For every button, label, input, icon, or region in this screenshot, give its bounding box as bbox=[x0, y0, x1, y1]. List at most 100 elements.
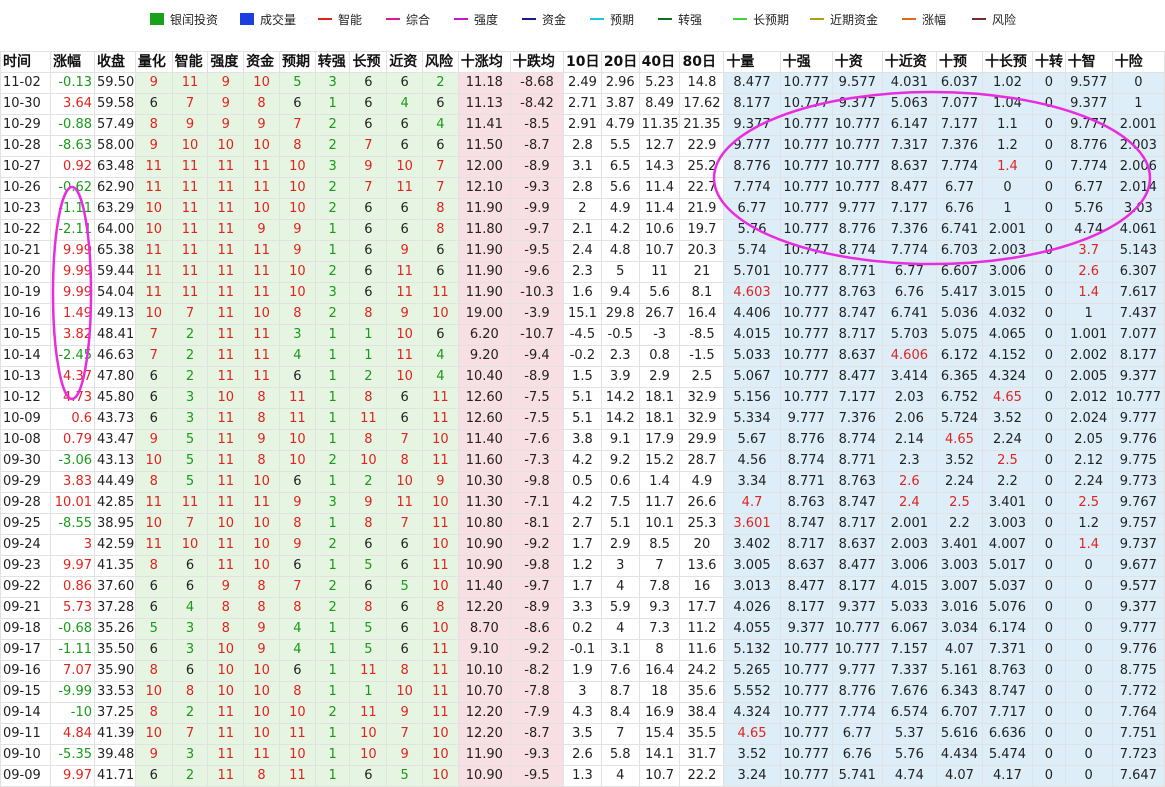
table-cell: 15.1 bbox=[563, 303, 602, 325]
table-cell: 11.4 bbox=[638, 177, 681, 199]
table-cell: 63.29 bbox=[94, 198, 136, 220]
table-cell: 10.777 bbox=[779, 93, 833, 115]
table-cell: 8.4 bbox=[600, 702, 640, 724]
table-cell: 11.40 bbox=[457, 429, 511, 451]
table-row: 10-12 4.73 45.80 6 3 10 8 11 1 8 6 11 12.60 -7.5 5.1 14… bbox=[0, 387, 1165, 409]
table-cell: 11 bbox=[207, 492, 245, 514]
table-cell: 11.50 bbox=[457, 135, 511, 157]
table-cell: 64.00 bbox=[94, 219, 136, 241]
legend-label: 成交量 bbox=[260, 12, 297, 27]
legend-item: 综合 bbox=[386, 11, 430, 27]
table-cell: 1 bbox=[314, 324, 351, 346]
table-cell: 6.147 bbox=[881, 114, 937, 136]
table-cell: 9 bbox=[278, 492, 316, 514]
table-cell: 11.4 bbox=[638, 198, 681, 220]
table-cell: 11 bbox=[349, 702, 388, 724]
table-cell: 8.774 bbox=[779, 450, 833, 472]
table-cell: 9 bbox=[134, 744, 173, 766]
table-cell: 0 bbox=[1032, 387, 1066, 409]
table-cell: 5 bbox=[386, 576, 423, 598]
table-cell: 6 bbox=[134, 93, 173, 115]
table-cell: 9.777 bbox=[1111, 618, 1165, 640]
table-cell: -7.5 bbox=[509, 408, 565, 430]
table-cell: 11 bbox=[243, 492, 280, 514]
table-cell: 8 bbox=[638, 639, 681, 661]
table-cell: -8.42 bbox=[509, 93, 565, 115]
table-cell: 43.13 bbox=[94, 450, 136, 472]
column-header: 20日 bbox=[600, 51, 640, 73]
table-cell: 10.40 bbox=[457, 366, 511, 388]
table-cell: 8.637 bbox=[779, 555, 833, 577]
table-row: 09-10 -5.35 39.48 9 3 11 11 10 1 10 9 10 11.90 -9.3 2.… bbox=[0, 744, 1165, 766]
table-cell: 2 bbox=[314, 702, 351, 724]
table-cell: 6 bbox=[134, 387, 173, 409]
table-cell: 6 bbox=[349, 534, 388, 556]
table-cell: 10-20 bbox=[0, 261, 52, 283]
table-cell: 5 bbox=[278, 72, 316, 94]
table-cell: 0 bbox=[1064, 723, 1113, 745]
table-cell: 9 bbox=[134, 135, 173, 157]
table-cell: 10 bbox=[207, 639, 245, 661]
table-cell: 1 bbox=[314, 219, 351, 241]
table-cell: 1.001 bbox=[1064, 324, 1113, 346]
table-cell: 6 bbox=[349, 114, 388, 136]
table-cell: 3 bbox=[171, 744, 209, 766]
table-cell: 10 bbox=[422, 618, 459, 640]
table-cell: 5.73 bbox=[50, 597, 95, 619]
table-cell: 10 bbox=[243, 303, 280, 325]
table-cell: 9 bbox=[243, 114, 280, 136]
table-cell: 2 bbox=[171, 366, 209, 388]
table-cell: 5.265 bbox=[723, 660, 781, 682]
table-cell: 2 bbox=[314, 450, 351, 472]
table-cell: 8 bbox=[134, 555, 173, 577]
table-cell: 3.003 bbox=[981, 513, 1034, 535]
table-cell: 2 bbox=[349, 471, 388, 493]
legend-item: 近期资金 bbox=[810, 11, 878, 27]
table-cell: 6.752 bbox=[935, 387, 983, 409]
table-cell: 11 bbox=[243, 282, 280, 304]
table-cell: 11 bbox=[171, 219, 209, 241]
table-cell: 2.05 bbox=[1064, 429, 1113, 451]
table-cell: 8 bbox=[207, 618, 245, 640]
table-row: 09-11 4.84 41.39 10 7 11 10 11 1 10 7 10 12.20 -8.7 3.… bbox=[0, 723, 1165, 745]
legend-swatch bbox=[810, 18, 824, 20]
table-cell: 4.606 bbox=[881, 345, 937, 367]
table-cell: 9.10 bbox=[457, 639, 511, 661]
table-cell: 10 bbox=[422, 534, 459, 556]
table-cell: 7 bbox=[422, 177, 459, 199]
table-cell: 6 bbox=[171, 660, 209, 682]
table-cell: 5 bbox=[386, 765, 423, 787]
table-cell: 1.7 bbox=[563, 576, 602, 598]
table-cell: 6 bbox=[386, 555, 423, 577]
table-cell: 09-16 bbox=[0, 660, 52, 682]
table-cell: 6 bbox=[349, 576, 388, 598]
table-cell: 1 bbox=[314, 93, 351, 115]
table-cell: -9.2 bbox=[509, 534, 565, 556]
table-cell: 8.763 bbox=[831, 282, 883, 304]
table-cell: 2.5 bbox=[1064, 492, 1113, 514]
table-cell: 9.99 bbox=[50, 240, 95, 262]
table-cell: 9 bbox=[422, 471, 459, 493]
table-cell: 5.8 bbox=[600, 744, 640, 766]
table-cell: 11 bbox=[171, 282, 209, 304]
table-row: 09-16 7.07 35.90 8 6 10 10 6 1 11 8 11 10.10 -8.2 1.9 7… bbox=[0, 660, 1165, 682]
table-cell: 8 bbox=[243, 93, 280, 115]
table-cell: 1.4 bbox=[981, 156, 1034, 178]
table-cell: 0 bbox=[1032, 576, 1066, 598]
table-cell: 7 bbox=[386, 723, 423, 745]
table-cell: 8 bbox=[243, 597, 280, 619]
table-cell: 10-14 bbox=[0, 345, 52, 367]
table-cell: 7.723 bbox=[1111, 744, 1165, 766]
table-cell: -5.35 bbox=[50, 744, 95, 766]
table-cell: 6.77 bbox=[935, 177, 983, 199]
table-cell: 9.767 bbox=[1111, 492, 1165, 514]
table-cell: 10 bbox=[243, 555, 280, 577]
table-cell: 32.9 bbox=[679, 408, 725, 430]
table-cell: 7.077 bbox=[935, 93, 983, 115]
table-cell: 18.1 bbox=[638, 408, 681, 430]
table-cell: 7.764 bbox=[1111, 702, 1165, 724]
table-cell: 2 bbox=[314, 534, 351, 556]
table-cell: 5.37 bbox=[881, 723, 937, 745]
table-cell: 5.334 bbox=[723, 408, 781, 430]
table-cell: 29.8 bbox=[600, 303, 640, 325]
